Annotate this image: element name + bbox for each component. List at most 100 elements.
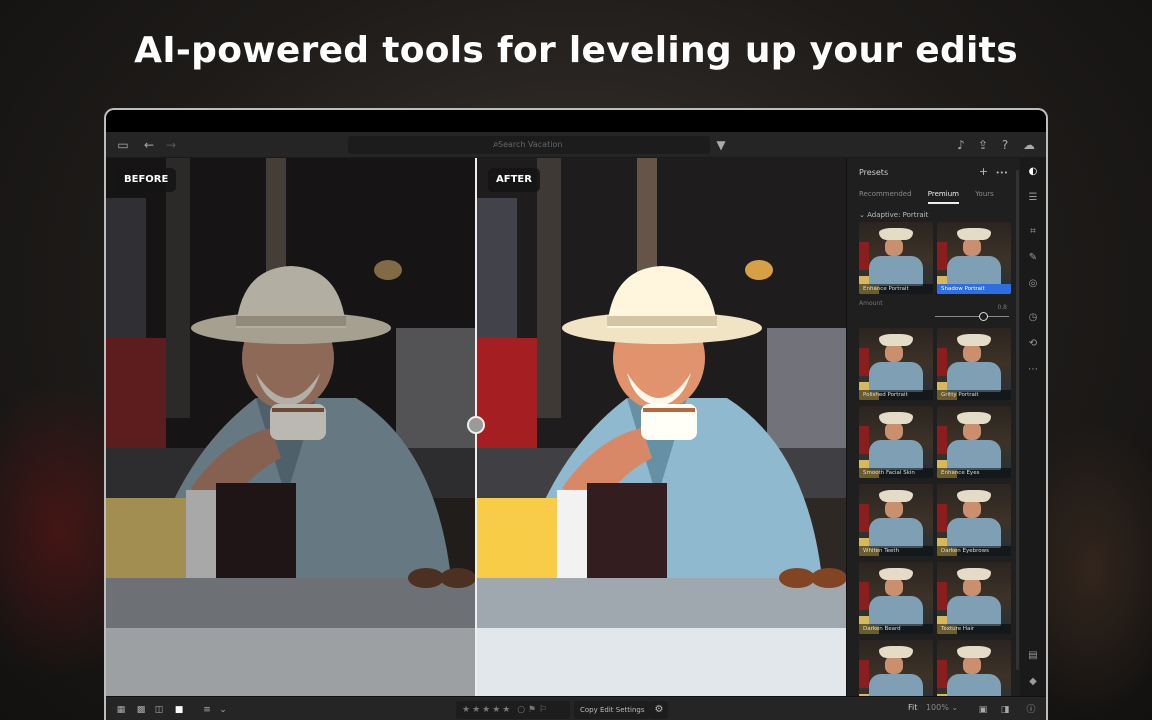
tag-icon[interactable]: ◆ bbox=[1025, 674, 1041, 690]
history-icon[interactable]: ◷ bbox=[1025, 310, 1041, 326]
section-adaptive-portrait[interactable]: ⌄ Adaptive: Portrait bbox=[859, 211, 928, 219]
preset-thumbnail-art bbox=[859, 582, 869, 610]
eraser-icon[interactable]: ✎ bbox=[1025, 250, 1041, 266]
edit-sliders-icon[interactable]: ☰ bbox=[1025, 190, 1041, 206]
preset-thumbnail[interactable]: Enhance Portrait bbox=[859, 222, 933, 294]
presets-title: Presets bbox=[859, 168, 889, 177]
headline: AI-powered tools for leveling up your ed… bbox=[134, 30, 1018, 71]
amount-knob[interactable] bbox=[979, 312, 989, 321]
preset-thumbnail-art bbox=[879, 646, 913, 658]
flag-icons[interactable]: ○ ⚑ ⚐ bbox=[517, 705, 547, 715]
after-photo bbox=[477, 158, 846, 696]
panel-scrollbar[interactable] bbox=[1016, 170, 1019, 670]
square-grid-icon[interactable]: ▩ bbox=[134, 703, 148, 717]
help-icon[interactable]: ? bbox=[996, 136, 1014, 154]
preset-thumbnail[interactable]: Darken Eyebrows bbox=[937, 484, 1011, 556]
forward-arrow-icon[interactable]: → bbox=[162, 136, 180, 154]
before-photo bbox=[106, 158, 476, 696]
preset-thumbnail-art bbox=[885, 578, 903, 596]
preset-thumbnail[interactable]: Gritty Portrait bbox=[937, 328, 1011, 400]
preset-thumbnail-art bbox=[859, 242, 869, 270]
sort-chevron-icon[interactable]: ⌄ bbox=[216, 703, 230, 717]
zoom-chevron-icon[interactable]: ⌄ bbox=[951, 703, 958, 712]
tab-premium[interactable]: Premium bbox=[927, 190, 959, 204]
amount-track[interactable] bbox=[935, 316, 1009, 317]
preset-thumbnail[interactable]: Enhance Eyes bbox=[937, 406, 1011, 478]
section-label: Adaptive: Portrait bbox=[867, 211, 929, 219]
amount-value: 0.8 bbox=[997, 304, 1007, 311]
preset-thumbnail-art bbox=[957, 646, 991, 658]
preset-thumbnail[interactable]: Smooth Facial Skin bbox=[859, 406, 933, 478]
masking-icon[interactable]: ◎ bbox=[1025, 276, 1041, 292]
preset-label: Whiten Teeth bbox=[859, 546, 933, 556]
filmstrip-icon[interactable]: ▣ bbox=[976, 703, 990, 717]
presets-icon[interactable]: ◐ bbox=[1025, 164, 1041, 180]
preset-thumbnail-art bbox=[869, 596, 923, 626]
add-preset-icon[interactable]: + bbox=[979, 165, 988, 178]
before-scene-image bbox=[106, 158, 476, 696]
tool-rail: ◐ ☰ ⌗ ✎ ◎ ◷ ⟲ ⋯ ▤ ◆ bbox=[1020, 158, 1046, 696]
preset-thumbnail[interactable]: Darken Beard bbox=[859, 562, 933, 634]
preset-thumbnail[interactable]: Texture Hair bbox=[937, 562, 1011, 634]
share-icon[interactable]: ⇪ bbox=[974, 136, 992, 154]
crop-icon[interactable]: ⌗ bbox=[1025, 224, 1041, 240]
zoom-control[interactable]: Fit 100% ⌄ bbox=[908, 703, 958, 712]
tab-yours[interactable]: Yours bbox=[975, 190, 994, 198]
preset-label: Darken Beard bbox=[859, 624, 933, 634]
preset-thumbnail-art bbox=[885, 344, 903, 362]
preset-thumbnail[interactable]: Polished Portrait bbox=[859, 328, 933, 400]
preset-thumbnail-art bbox=[859, 426, 869, 454]
preset-label: Gritty Portrait bbox=[937, 390, 1011, 400]
detail-view-icon[interactable]: ■ bbox=[172, 703, 186, 717]
before-label: BEFORE bbox=[116, 168, 177, 192]
preset-thumbnail-art bbox=[859, 504, 869, 532]
copy-edit-settings-button[interactable]: Copy Edit Settings bbox=[574, 701, 651, 719]
preset-thumbnail-art bbox=[879, 412, 913, 424]
grid-view-icon[interactable]: ▦ bbox=[114, 703, 128, 717]
more-options-icon[interactable]: ••• bbox=[996, 169, 1008, 177]
preset-thumbnail-art bbox=[937, 348, 947, 376]
amount-slider[interactable]: Amount 0.8 bbox=[859, 300, 1009, 321]
zoom-percent[interactable]: 100% bbox=[926, 703, 949, 712]
compare-divider-handle[interactable] bbox=[467, 416, 485, 434]
preset-thumbnail-art bbox=[963, 500, 981, 518]
compare-view-icon[interactable]: ◫ bbox=[152, 703, 166, 717]
cloud-icon[interactable]: ☁ bbox=[1020, 136, 1038, 154]
preset-thumbnail[interactable]: Shadow Portrait bbox=[937, 222, 1011, 294]
info-icon[interactable]: ⓘ bbox=[1024, 703, 1038, 717]
panel-toggle-icon[interactable]: ◨ bbox=[998, 703, 1012, 717]
rating-stars[interactable]: ★★★★★ bbox=[462, 705, 512, 715]
preset-thumbnail-art bbox=[937, 504, 947, 532]
tab-recommended[interactable]: Recommended bbox=[859, 190, 912, 198]
tablet-frame: ▭ ← → ⌕ Search Vacation ▼ ♪ ⇪ ? ☁ BEFORE… bbox=[104, 108, 1048, 720]
preset-thumbnail-art bbox=[947, 440, 1001, 470]
more-tools-icon[interactable]: ⋯ bbox=[1025, 362, 1041, 378]
after-scene-image bbox=[477, 158, 846, 696]
notification-bell-icon[interactable]: ♪ bbox=[952, 136, 970, 154]
after-label: AFTER bbox=[488, 168, 540, 192]
sort-icon[interactable]: ≡ bbox=[200, 703, 214, 717]
sidebar-toggle-icon[interactable]: ▭ bbox=[114, 136, 132, 154]
top-toolbar: ▭ ← → ⌕ Search Vacation ▼ ♪ ⇪ ? ☁ bbox=[106, 132, 1046, 158]
preset-thumbnail-art bbox=[957, 412, 991, 424]
preset-thumbnail-art bbox=[869, 362, 923, 392]
preset-thumbnail[interactable]: Whiten Teeth bbox=[859, 484, 933, 556]
preset-thumbnail-art bbox=[963, 656, 981, 674]
zoom-fit[interactable]: Fit bbox=[908, 703, 917, 712]
preset-thumbnail-art bbox=[963, 238, 981, 256]
filter-icon[interactable]: ▼ bbox=[712, 136, 730, 154]
preset-thumbnail-art bbox=[963, 422, 981, 440]
preset-thumbnail-art bbox=[879, 334, 913, 346]
settings-gear-icon[interactable]: ⚙ bbox=[650, 701, 668, 719]
comment-icon[interactable]: ▤ bbox=[1025, 648, 1041, 664]
star-rating[interactable]: ★★★★★ ○ ⚑ ⚐ bbox=[456, 701, 570, 719]
search-placeholder: Search Vacation bbox=[498, 140, 563, 149]
preset-thumbnail-art bbox=[869, 256, 923, 286]
search-input[interactable]: ⌕ Search Vacation bbox=[348, 136, 710, 154]
versions-icon[interactable]: ⟲ bbox=[1025, 336, 1041, 352]
back-arrow-icon[interactable]: ← bbox=[140, 136, 158, 154]
presets-tabs: Recommended Premium Yours bbox=[859, 190, 1008, 204]
preset-thumbnail-art bbox=[963, 344, 981, 362]
preset-label: Darken Eyebrows bbox=[937, 546, 1011, 556]
preset-thumbnail-art bbox=[859, 660, 869, 688]
